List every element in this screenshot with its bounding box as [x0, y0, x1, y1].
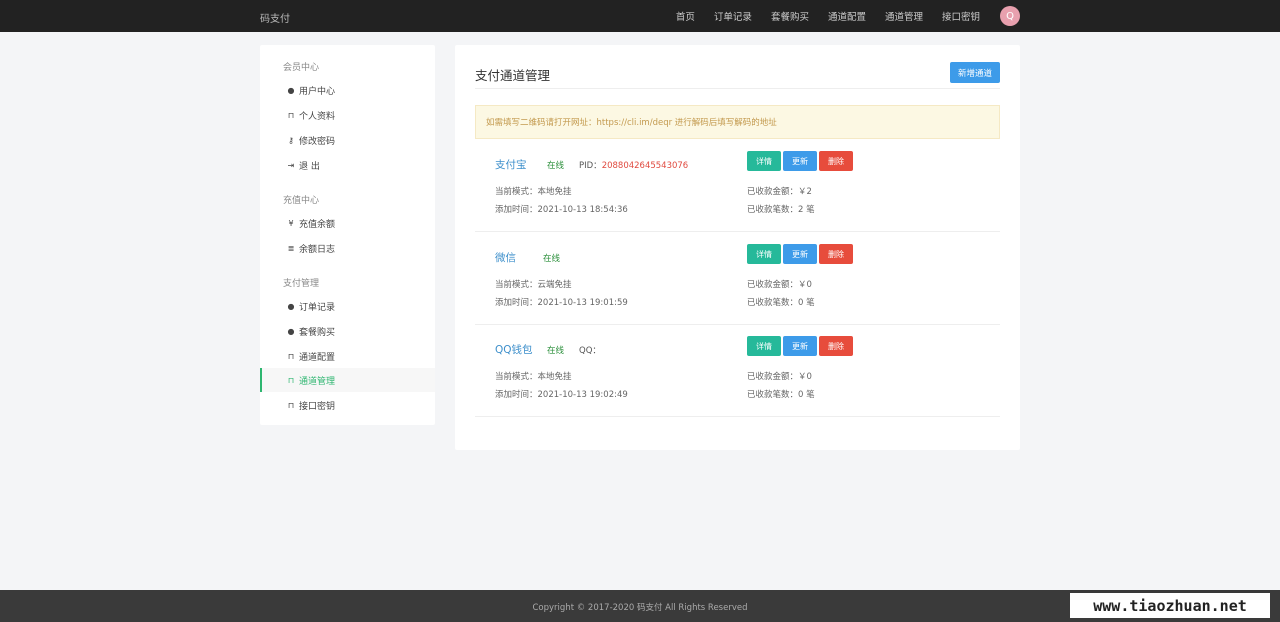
channel-mode: 当前模式：本地免挂 — [495, 187, 572, 197]
list-icon: ≣ — [287, 243, 295, 253]
status-badge: 在线 — [547, 346, 565, 356]
detail-button[interactable]: 详情 — [747, 336, 781, 356]
sidebar-item-change-password[interactable]: ⚷ 修改密码 — [260, 128, 435, 152]
sidebar-item-balance-log[interactable]: ≣ 余额日志 — [260, 236, 435, 260]
nav-orders[interactable]: 订单记录 — [714, 9, 752, 23]
brand-logo[interactable]: 码支付 — [260, 10, 290, 25]
nav-api-key[interactable]: 接口密钥 — [942, 9, 980, 23]
delete-button[interactable]: 删除 — [819, 336, 853, 356]
logout-icon: ⇥ — [287, 160, 295, 170]
sidebar-item-label: 修改密码 — [299, 136, 336, 147]
sidebar-item-label: 通道管理 — [299, 376, 336, 387]
channel-row-wechat: 微信 在线 详情 更新 删除 当前模式：云端免挂 添加时间：2021-10-13… — [475, 232, 1000, 325]
update-button[interactable]: 更新 — [783, 244, 817, 264]
sidebar-item-profile[interactable]: ⊓ 个人资料 — [260, 103, 435, 127]
sidebar-item-label: 个人资料 — [299, 111, 336, 122]
sidebar-item-channel-config[interactable]: ⊓ 通道配置 — [260, 344, 435, 368]
channel-row-qqwallet: QQ钱包 在线 QQ： 详情 更新 删除 当前模式：本地免挂 添加时间：2021… — [475, 324, 1000, 417]
update-button[interactable]: 更新 — [783, 151, 817, 171]
channel-name[interactable]: QQ钱包 — [495, 342, 533, 357]
pid-value: 2088042645543076 — [601, 161, 689, 171]
nav-packages[interactable]: 套餐购买 — [771, 9, 809, 23]
channel-amount: 已收款金额：￥0 — [747, 280, 812, 290]
lock-icon: ⊓ — [287, 375, 295, 385]
delete-button[interactable]: 删除 — [819, 151, 853, 171]
sidebar-group-recharge: 充值中心 — [283, 196, 320, 206]
channel-panel: 支付通道管理 新增通道 如需填写二维码请打开网址：https://cli.im/… — [455, 45, 1020, 450]
channel-mode: 当前模式：本地免挂 — [495, 372, 572, 382]
sidebar-item-label: 用户中心 — [299, 86, 336, 97]
sidebar-item-label: 退 出 — [299, 161, 320, 172]
sidebar-item-orders[interactable]: ● 订单记录 — [260, 294, 435, 318]
sidebar-item-label: 接口密钥 — [299, 401, 336, 412]
avatar[interactable]: Q — [1000, 6, 1020, 26]
nav-channel-config[interactable]: 通道配置 — [828, 9, 866, 23]
channel-count: 已收款笔数：2 笔 — [747, 205, 815, 215]
user-circle-icon: ● — [287, 326, 295, 336]
lock-icon: ⊓ — [287, 400, 295, 410]
channel-amount: 已收款金额：￥0 — [747, 372, 812, 382]
sidebar-item-recharge[interactable]: ¥ 充值余额 — [260, 211, 435, 235]
lock-icon: ⊓ — [287, 110, 295, 120]
sidebar-item-label: 订单记录 — [299, 302, 336, 313]
channel-added-time: 添加时间：2021-10-13 19:02:49 — [495, 390, 628, 400]
top-nav: 首页 订单记录 套餐购买 通道配置 通道管理 接口密钥 Q — [657, 0, 1020, 32]
top-navbar: 码支付 首页 订单记录 套餐购买 通道配置 通道管理 接口密钥 Q — [0, 0, 1280, 32]
status-badge: 在线 — [543, 254, 561, 264]
sidebar-item-label: 通道配置 — [299, 352, 336, 363]
sidebar-item-label: 套餐购买 — [299, 327, 336, 338]
user-circle-icon: ● — [287, 301, 295, 311]
sidebar-item-api-key[interactable]: ⊓ 接口密钥 — [260, 393, 435, 417]
channel-mode: 当前模式：云端免挂 — [495, 280, 572, 290]
lock-icon: ⊓ — [287, 351, 295, 361]
nav-channel-manage[interactable]: 通道管理 — [885, 9, 923, 23]
detail-button[interactable]: 详情 — [747, 244, 781, 264]
sidebar-item-packages[interactable]: ● 套餐购买 — [260, 319, 435, 343]
qq-label: QQ： — [579, 346, 601, 356]
channel-count: 已收款笔数：0 笔 — [747, 390, 815, 400]
add-channel-button[interactable]: 新增通道 — [950, 62, 1000, 83]
footer: Copyright © 2017-2020 码支付 All Rights Res… — [0, 590, 1280, 622]
update-button[interactable]: 更新 — [783, 336, 817, 356]
sidebar-item-logout[interactable]: ⇥ 退 出 — [260, 153, 435, 177]
sidebar-item-channel-manage[interactable]: ⊓ 通道管理 — [260, 368, 435, 392]
pid-label: PID： — [579, 161, 602, 171]
channel-added-time: 添加时间：2021-10-13 18:54:36 — [495, 205, 628, 215]
detail-button[interactable]: 详情 — [747, 151, 781, 171]
page-title: 支付通道管理 — [475, 68, 551, 83]
channel-row-alipay: 支付宝 在线 PID：2088042645543076 详情 更新 删除 当前模… — [475, 139, 1000, 232]
sidebar-group-member: 会员中心 — [283, 63, 320, 73]
divider — [475, 88, 1000, 89]
channel-added-time: 添加时间：2021-10-13 19:01:59 — [495, 298, 628, 308]
channel-qq: QQ： — [579, 344, 601, 356]
channel-pid: PID：2088042645543076 — [579, 159, 688, 171]
sidebar: 会员中心 ● 用户中心 ⊓ 个人资料 ⚷ 修改密码 ⇥ 退 出 充值中心 ¥ 充… — [260, 45, 435, 425]
nav-home[interactable]: 首页 — [676, 9, 695, 23]
user-circle-icon: ● — [287, 85, 295, 95]
channel-name[interactable]: 微信 — [495, 250, 516, 265]
channel-amount: 已收款金额：￥2 — [747, 187, 812, 197]
key-icon: ⚷ — [288, 135, 294, 145]
notice-alert: 如需填写二维码请打开网址：https://cli.im/deqr 进行解码后填写… — [475, 105, 1000, 139]
yen-icon: ¥ — [288, 218, 294, 228]
channel-count: 已收款笔数：0 笔 — [747, 298, 815, 308]
sidebar-group-payment: 支付管理 — [283, 279, 320, 289]
sidebar-item-label: 充值余额 — [299, 219, 336, 230]
sidebar-item-user-center[interactable]: ● 用户中心 — [260, 78, 435, 102]
channel-name[interactable]: 支付宝 — [495, 157, 527, 172]
status-badge: 在线 — [547, 161, 565, 171]
delete-button[interactable]: 删除 — [819, 244, 853, 264]
watermark: www.tiaozhuan.net — [1070, 593, 1270, 618]
sidebar-item-label: 余额日志 — [299, 244, 336, 255]
